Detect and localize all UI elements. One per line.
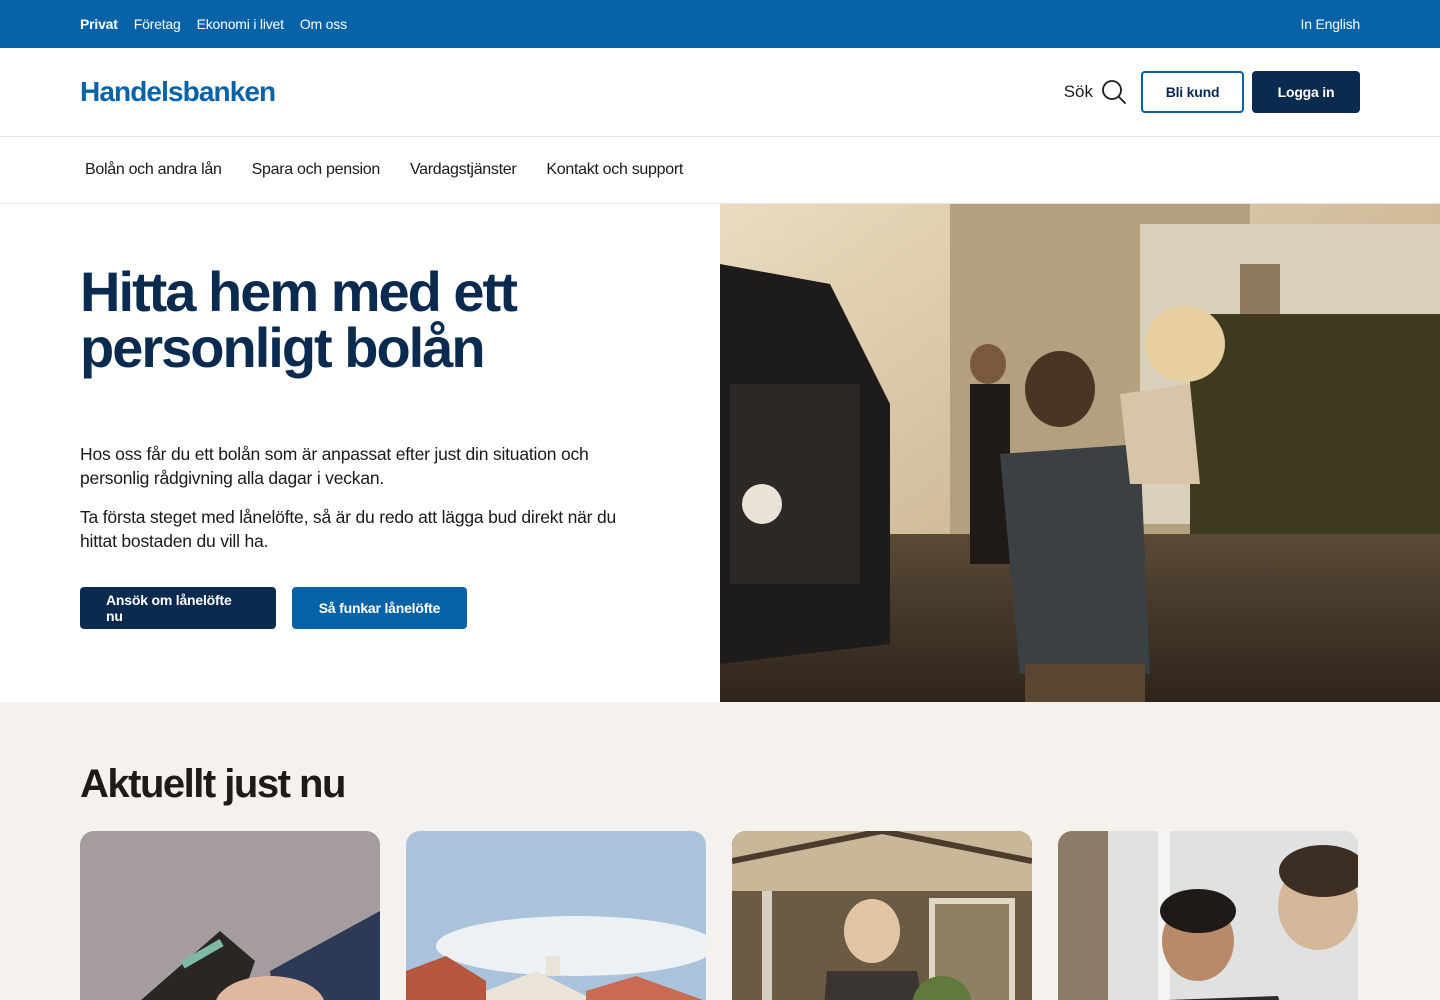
hero-paragraph-1: Hos oss får du ett bolån som är anpassat…	[80, 444, 589, 488]
how-loan-promise-works-button[interactable]: Så funkar lånelöfte	[292, 587, 467, 629]
segment-links: Privat Företag Ekonomi i livet Om oss	[80, 16, 347, 32]
hero-text: Hitta hem med ett personligt bolån Hos o…	[0, 204, 720, 702]
hero-title-line-1: Hitta hem med ett	[80, 260, 518, 323]
nav-item-bolan[interactable]: Bolån och andra lån	[85, 161, 222, 179]
segment-foretag[interactable]: Företag	[134, 16, 181, 32]
news-card-women-image	[1058, 831, 1358, 1000]
search-icon	[1102, 80, 1126, 104]
news-card-greenhouse-image	[732, 831, 1032, 1000]
nav-item-vardagstjanster[interactable]: Vardagstjänster	[410, 161, 517, 179]
news-card-women[interactable]	[1058, 831, 1358, 1000]
segment-om-oss[interactable]: Om oss	[300, 16, 347, 32]
hero-paragraph-2: Ta första steget med lånelöfte, så är du…	[80, 507, 617, 551]
segment-ekonomi-i-livet[interactable]: Ekonomi i livet	[197, 16, 284, 32]
news-card-houses[interactable]	[406, 831, 706, 1000]
top-segment-bar: Privat Företag Ekonomi i livet Om oss In…	[0, 0, 1440, 48]
news-card-greenhouse[interactable]	[732, 831, 1032, 1000]
hero-title: Hitta hem med ett personligt bolån	[80, 264, 640, 376]
header-actions: Sök Bli kund Logga in	[1064, 71, 1360, 113]
news-card-wallet-image	[80, 831, 380, 1000]
handelsbanken-logo[interactable]: Handelsbanken	[80, 76, 276, 108]
hero-section: Hitta hem med ett personligt bolån Hos o…	[0, 204, 1440, 702]
news-section: Aktuellt just nu	[0, 702, 1440, 1000]
login-button[interactable]: Logga in	[1252, 71, 1360, 113]
language-link[interactable]: In English	[1301, 16, 1361, 32]
nav-item-kontakt[interactable]: Kontakt och support	[546, 161, 683, 179]
search-label: Sök	[1063, 82, 1093, 101]
hero-family-photo	[720, 204, 1440, 702]
search-button[interactable]: Sök	[1064, 79, 1127, 105]
apply-loan-promise-button[interactable]: Ansök om lånelöfte nu	[80, 587, 276, 629]
segment-privat[interactable]: Privat	[80, 16, 118, 32]
site-header: Handelsbanken Sök Bli kund Logga in	[0, 48, 1440, 137]
news-card-houses-image	[406, 831, 706, 1000]
hero-buttons: Ansök om lånelöfte nu Så funkar lånelöft…	[80, 587, 640, 629]
news-card-wallet[interactable]	[80, 831, 380, 1000]
become-customer-button[interactable]: Bli kund	[1141, 71, 1244, 113]
nav-item-spara[interactable]: Spara och pension	[252, 161, 381, 179]
hero-title-line-2: personligt bolån	[80, 316, 486, 379]
news-cards	[80, 831, 1360, 1000]
main-navigation: Bolån och andra lån Spara och pension Va…	[0, 137, 1440, 204]
news-title: Aktuellt just nu	[80, 762, 346, 806]
